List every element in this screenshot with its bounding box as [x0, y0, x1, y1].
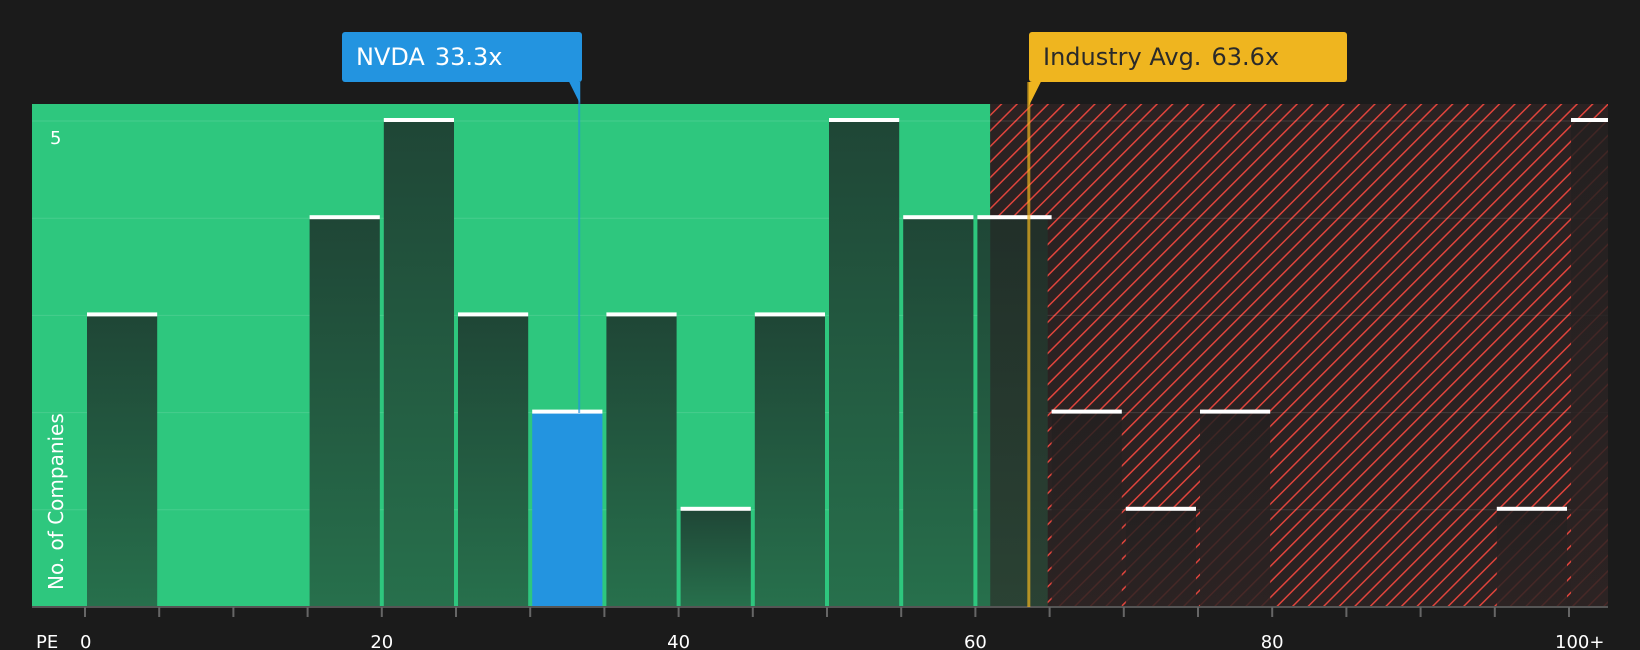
x-tick-label: 40 — [667, 632, 690, 650]
x-tick-label: 0 — [80, 632, 91, 650]
x-tick-label: 60 — [964, 632, 987, 650]
bar — [1125, 509, 1196, 607]
bar-cap — [309, 215, 380, 220]
bar — [903, 218, 974, 607]
bar-cap — [977, 215, 1052, 220]
bar — [87, 315, 158, 607]
company-pe-callout: NVDA 33.3x — [342, 32, 582, 82]
bar-overlay — [990, 218, 1048, 607]
bar-cap — [1571, 118, 1608, 122]
bar — [1200, 412, 1271, 607]
bar — [1571, 121, 1608, 607]
company-ticker: NVDA — [356, 43, 425, 71]
bar — [1051, 412, 1122, 607]
bar — [458, 315, 529, 607]
bar-cap — [903, 215, 974, 220]
bar-cap — [383, 118, 454, 122]
bar-cap — [829, 118, 900, 122]
industry-avg-callout: Industry Avg. 63.6x — [1029, 32, 1347, 82]
bar-cap — [606, 312, 677, 317]
bar — [383, 121, 454, 607]
industry-avg-label: Industry Avg. — [1043, 43, 1202, 71]
bar-cap — [680, 506, 751, 511]
bar — [309, 218, 380, 607]
x-tick-label: 100+ — [1555, 632, 1604, 650]
bar — [606, 315, 677, 607]
bar — [829, 121, 900, 607]
y-tick-label: 5 — [50, 128, 61, 149]
bar — [754, 315, 825, 607]
x-axis-label: PE — [36, 632, 58, 650]
bar-cap — [754, 312, 825, 317]
bar-cap — [458, 312, 529, 317]
bar-cap — [1200, 409, 1271, 414]
y-axis-label: No. of Companies — [44, 413, 68, 590]
bar-cap — [1125, 506, 1196, 511]
bar-cap — [1496, 506, 1567, 511]
industry-callout-pointer — [1028, 82, 1041, 106]
bar-cap — [1051, 409, 1122, 414]
bar — [1496, 509, 1567, 607]
x-tick-label: 20 — [370, 632, 393, 650]
pe-distribution-chart: 0 20 40 60 80 100+ 5 No. of Companies PE — [32, 82, 1608, 650]
industry-avg-value: 63.6x — [1211, 43, 1280, 71]
x-tick-label: 80 — [1261, 632, 1284, 650]
x-axis: 0 20 40 60 80 100+ — [32, 606, 1608, 650]
company-pe-value: 33.3x — [434, 43, 503, 71]
bar-cap — [87, 312, 158, 317]
bar-highlight — [532, 412, 603, 607]
bar — [680, 509, 751, 607]
bar-cap — [532, 409, 603, 414]
